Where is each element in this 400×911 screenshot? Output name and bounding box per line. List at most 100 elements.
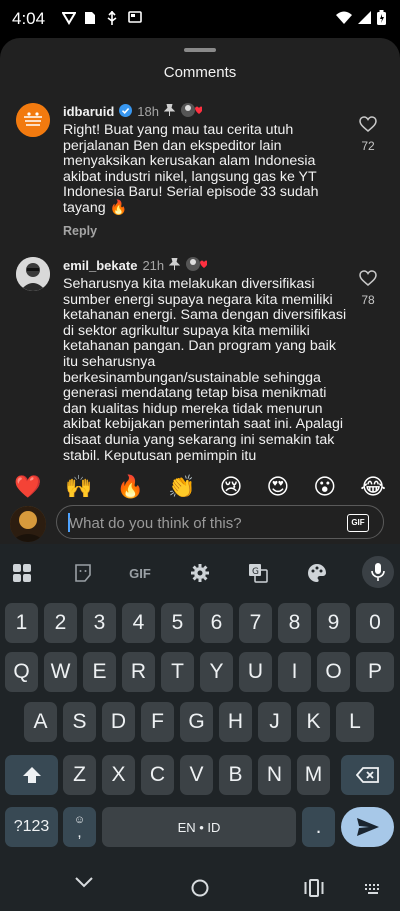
key-7[interactable]: 7 xyxy=(239,603,272,643)
key-k[interactable]: K xyxy=(297,702,330,742)
comment-item: emil_bekate 21h Seharusnya kita melakuka… xyxy=(0,256,400,506)
key-l[interactable]: L xyxy=(336,702,374,742)
key-r[interactable]: R xyxy=(122,652,155,692)
emoji-heart[interactable]: ❤️ xyxy=(14,474,41,500)
key-g[interactable]: G xyxy=(180,702,213,742)
key-t[interactable]: T xyxy=(161,652,194,692)
apps-grid-icon[interactable] xyxy=(5,556,39,590)
key-n[interactable]: N xyxy=(258,755,291,795)
gif-keyboard-tool[interactable]: GIF xyxy=(123,556,157,590)
comments-sheet: Comments idbaruid 18h Right! Buat yang m… xyxy=(0,38,400,558)
comment-username[interactable]: emil_bekate xyxy=(63,258,137,273)
microphone-icon xyxy=(371,563,385,581)
heart-outline-icon xyxy=(359,270,377,286)
voice-input-button[interactable] xyxy=(362,556,394,588)
reply-button[interactable]: Reply xyxy=(63,224,97,238)
backspace-key[interactable] xyxy=(341,755,394,795)
key-d[interactable]: D xyxy=(102,702,135,742)
theme-palette-icon[interactable] xyxy=(300,556,334,590)
key-e[interactable]: E xyxy=(83,652,116,692)
keyboard-toolbar: GIF G xyxy=(0,556,400,590)
emoji-surprised[interactable]: 😮 xyxy=(313,474,336,500)
emoji-laughing[interactable]: 😂 xyxy=(360,474,386,500)
sticker-icon[interactable] xyxy=(66,556,100,590)
keyboard-switch-icon[interactable] xyxy=(364,882,382,894)
usb-icon xyxy=(106,10,120,25)
key-u[interactable]: U xyxy=(239,652,272,692)
comment-time: 21h xyxy=(142,258,165,273)
like-button[interactable]: 78 xyxy=(354,270,382,307)
gif-button[interactable]: GIF xyxy=(347,514,369,532)
send-key[interactable] xyxy=(341,807,394,847)
emoji-clap[interactable]: 👏 xyxy=(168,474,195,500)
shift-key[interactable] xyxy=(5,755,58,795)
key-q[interactable]: Q xyxy=(5,652,38,692)
comma-label: , xyxy=(77,823,82,841)
key-i[interactable]: I xyxy=(278,652,311,692)
back-chevron-icon[interactable] xyxy=(74,876,94,896)
comment-input-box[interactable]: GIF xyxy=(56,505,384,539)
key-9[interactable]: 9 xyxy=(317,603,350,643)
comment-input-row: GIF xyxy=(0,504,400,544)
settings-gear-icon[interactable] xyxy=(183,556,217,590)
comment-time: 18h xyxy=(137,104,159,119)
screen-icon xyxy=(128,11,142,25)
key-3[interactable]: 3 xyxy=(83,603,116,643)
wifi-icon xyxy=(336,11,352,29)
verified-badge-icon xyxy=(119,103,133,120)
backspace-icon xyxy=(355,767,379,783)
emoji-crying[interactable]: 😢 xyxy=(219,474,242,500)
comma-emoji-key[interactable]: ☺ , xyxy=(63,807,96,847)
key-j[interactable]: J xyxy=(258,702,291,742)
shift-arrow-icon xyxy=(22,767,41,783)
my-avatar xyxy=(10,506,46,542)
comment-text: Seharusnya kita melakukan diversifikasi … xyxy=(63,277,347,464)
key-f[interactable]: F xyxy=(141,702,174,742)
vpn-icon xyxy=(61,11,77,25)
pin-icon xyxy=(168,257,181,273)
key-c[interactable]: C xyxy=(141,755,174,795)
heart-outline-icon xyxy=(359,116,377,132)
key-x[interactable]: X xyxy=(102,755,135,795)
key-v[interactable]: V xyxy=(180,755,213,795)
comment-username[interactable]: idbaruid xyxy=(63,104,114,119)
avatar[interactable] xyxy=(16,257,50,291)
like-count: 72 xyxy=(361,139,375,153)
sheet-title: Comments xyxy=(163,64,237,81)
key-4[interactable]: 4 xyxy=(122,603,155,643)
key-b[interactable]: B xyxy=(219,755,252,795)
key-2[interactable]: 2 xyxy=(44,603,77,643)
recents-icon[interactable] xyxy=(304,879,324,897)
key-a[interactable]: A xyxy=(24,702,57,742)
comment-item: idbaruid 18h Right! Buat yang mau tau ce… xyxy=(0,102,400,242)
avatar[interactable] xyxy=(16,103,50,137)
key-5[interactable]: 5 xyxy=(161,603,194,643)
emoji-raised-hands[interactable]: 🙌 xyxy=(65,474,92,500)
key-h[interactable]: H xyxy=(219,702,252,742)
home-circle-icon[interactable] xyxy=(191,879,209,897)
emoji-fire[interactable]: 🔥 xyxy=(117,474,144,500)
comment-input[interactable] xyxy=(67,512,341,534)
emoji-heart-eyes[interactable]: 😍 xyxy=(266,474,289,500)
period-key[interactable]: . xyxy=(302,807,335,847)
key-8[interactable]: 8 xyxy=(278,603,311,643)
emoji-reaction-row: ❤️ 🙌 🔥 👏 😢 😍 😮 😂 xyxy=(0,470,400,504)
space-key[interactable]: EN • ID xyxy=(102,807,296,847)
key-o[interactable]: O xyxy=(317,652,350,692)
drag-handle[interactable] xyxy=(184,48,216,52)
key-1[interactable]: 1 xyxy=(5,603,38,643)
like-count: 78 xyxy=(361,293,375,307)
key-y[interactable]: Y xyxy=(200,652,233,692)
key-s[interactable]: S xyxy=(63,702,96,742)
key-z[interactable]: Z xyxy=(63,755,96,795)
like-button[interactable]: 72 xyxy=(354,116,382,153)
key-6[interactable]: 6 xyxy=(200,603,233,643)
key-0[interactable]: 0 xyxy=(356,603,394,643)
creator-liked-icon xyxy=(180,102,203,121)
symbols-key[interactable]: ?123 xyxy=(5,807,58,847)
translate-icon[interactable]: G xyxy=(241,556,275,590)
key-w[interactable]: W xyxy=(44,652,77,692)
sim-icon xyxy=(84,11,98,25)
key-p[interactable]: P xyxy=(356,652,394,692)
key-m[interactable]: M xyxy=(297,755,330,795)
